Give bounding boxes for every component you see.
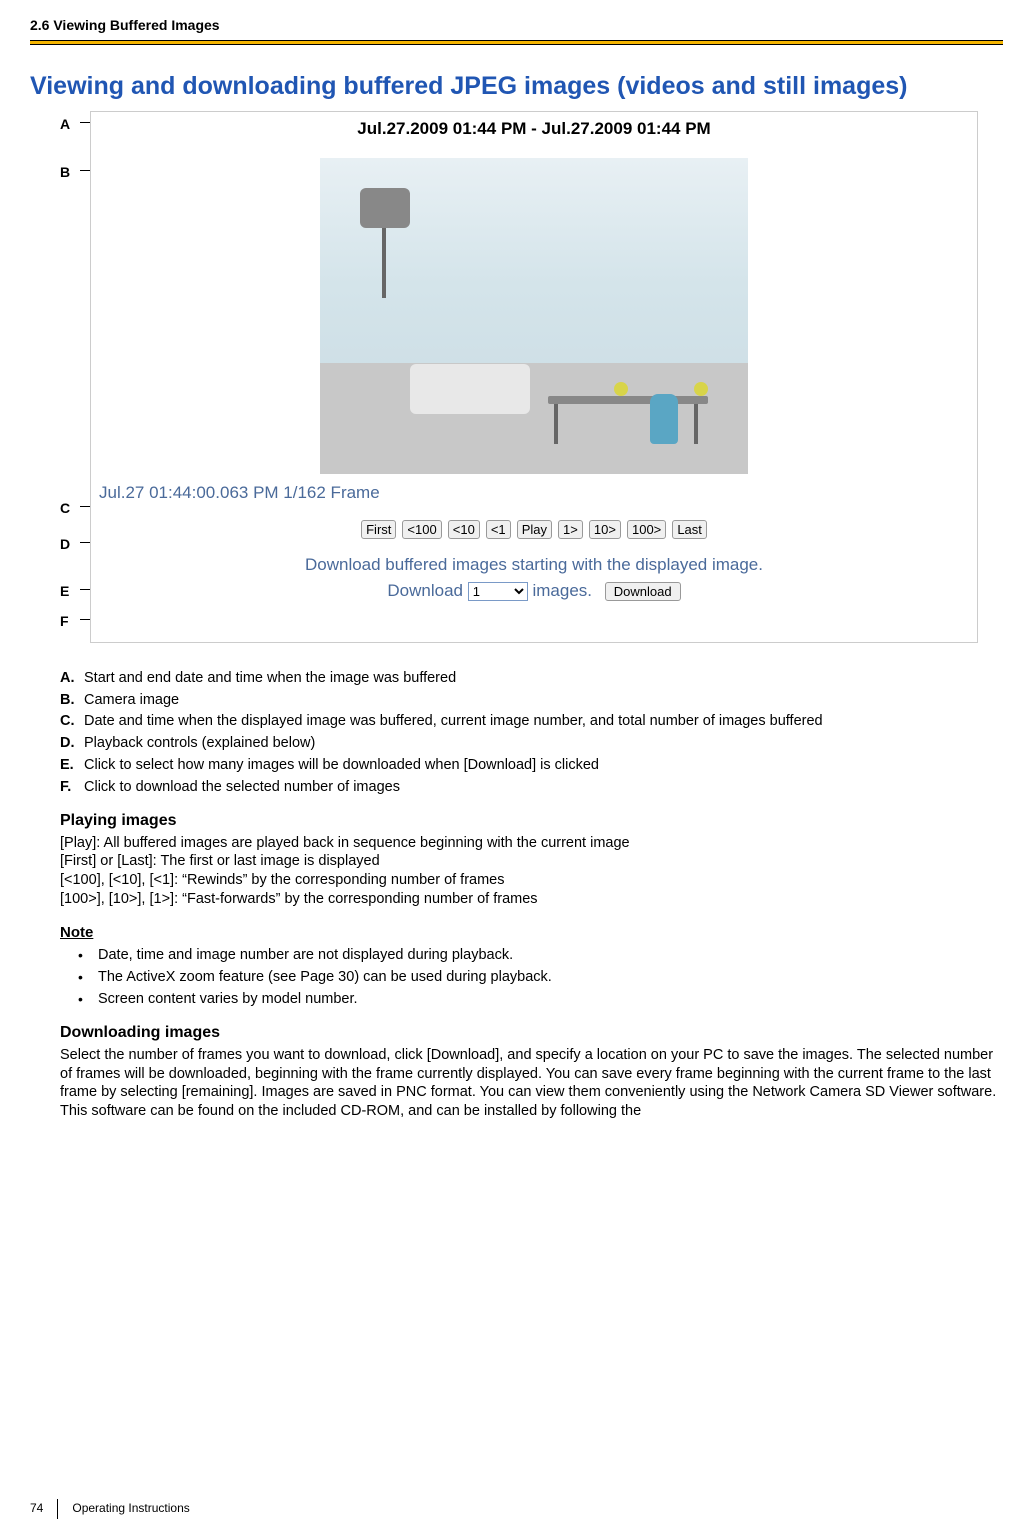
download-prompt: Download buffered images starting with t… bbox=[91, 554, 977, 576]
playback-controls: First <100 <10 <1 Play 1> 10> 100> Last bbox=[91, 520, 977, 540]
footer-title: Operating Instructions bbox=[72, 1501, 189, 1517]
figure: A B C D E F Jul.27.2009 01:44 PM - Jul.2… bbox=[60, 111, 980, 651]
back-100-button[interactable]: <100 bbox=[402, 520, 441, 539]
legend-key-e: E. bbox=[60, 756, 84, 775]
fwd-100-button[interactable]: 100> bbox=[627, 520, 666, 539]
playing-line-0: [Play]: All buffered images are played b… bbox=[60, 834, 1003, 853]
label-b: B bbox=[60, 163, 70, 181]
download-suffix: images. bbox=[532, 581, 592, 600]
legend-a: Start and end date and time when the ima… bbox=[84, 669, 456, 688]
legend-key-c: C. bbox=[60, 712, 84, 731]
label-c: C bbox=[60, 499, 70, 517]
camera-image bbox=[320, 158, 748, 474]
footer: 74 Operating Instructions bbox=[30, 1499, 190, 1519]
legend-key-b: B. bbox=[60, 691, 84, 710]
back-10-button[interactable]: <10 bbox=[448, 520, 480, 539]
playing-line-1: [First] or [Last]: The first or last ima… bbox=[60, 852, 1003, 871]
page-title: Viewing and downloading buffered JPEG im… bbox=[30, 70, 1003, 103]
image-status: Jul.27 01:44:00.063 PM 1/162 Frame bbox=[91, 474, 977, 504]
label-f: F bbox=[60, 612, 69, 630]
playing-heading: Playing images bbox=[60, 811, 1003, 832]
legend-key-d: D. bbox=[60, 734, 84, 753]
downloading-body: Select the number of frames you want to … bbox=[60, 1046, 1003, 1121]
viewer-panel: Jul.27.2009 01:44 PM - Jul.27.2009 01:44… bbox=[90, 111, 978, 643]
label-e: E bbox=[60, 582, 69, 600]
label-d: D bbox=[60, 535, 70, 553]
note-list: Date, time and image number are not disp… bbox=[78, 946, 1003, 1009]
download-count-select[interactable]: 1 bbox=[468, 582, 528, 601]
fwd-10-button[interactable]: 10> bbox=[589, 520, 621, 539]
note-item-0: Date, time and image number are not disp… bbox=[78, 946, 1003, 965]
last-button[interactable]: Last bbox=[672, 520, 707, 539]
playing-line-2: [<100], [<10], [<1]: “Rewinds” by the co… bbox=[60, 871, 1003, 890]
play-button[interactable]: Play bbox=[517, 520, 552, 539]
legend-key-a: A. bbox=[60, 669, 84, 688]
page-number: 74 bbox=[30, 1501, 57, 1517]
legend-e: Click to select how many images will be … bbox=[84, 756, 599, 775]
back-1-button[interactable]: <1 bbox=[486, 520, 511, 539]
download-button[interactable]: Download bbox=[605, 582, 681, 601]
downloading-heading: Downloading images bbox=[60, 1023, 1003, 1044]
download-label: Download bbox=[387, 581, 463, 600]
label-a: A bbox=[60, 115, 70, 133]
legend-d: Playback controls (explained below) bbox=[84, 734, 315, 753]
note-item-2: Screen content varies by model number. bbox=[78, 990, 1003, 1009]
first-button[interactable]: First bbox=[361, 520, 396, 539]
playing-line-3: [100>], [10>], [1>]: “Fast-forwards” by … bbox=[60, 890, 1003, 909]
fwd-1-button[interactable]: 1> bbox=[558, 520, 583, 539]
legend: A.Start and end date and time when the i… bbox=[60, 669, 1003, 797]
legend-c: Date and time when the displayed image w… bbox=[84, 712, 823, 731]
note-heading: Note bbox=[60, 923, 1003, 943]
date-range: Jul.27.2009 01:44 PM - Jul.27.2009 01:44… bbox=[91, 112, 977, 140]
section-header: 2.6 Viewing Buffered Images bbox=[30, 16, 1003, 34]
legend-key-f: F. bbox=[60, 778, 84, 797]
legend-b: Camera image bbox=[84, 691, 179, 710]
legend-f: Click to download the selected number of… bbox=[84, 778, 400, 797]
note-item-1: The ActiveX zoom feature (see Page 30) c… bbox=[78, 968, 1003, 987]
